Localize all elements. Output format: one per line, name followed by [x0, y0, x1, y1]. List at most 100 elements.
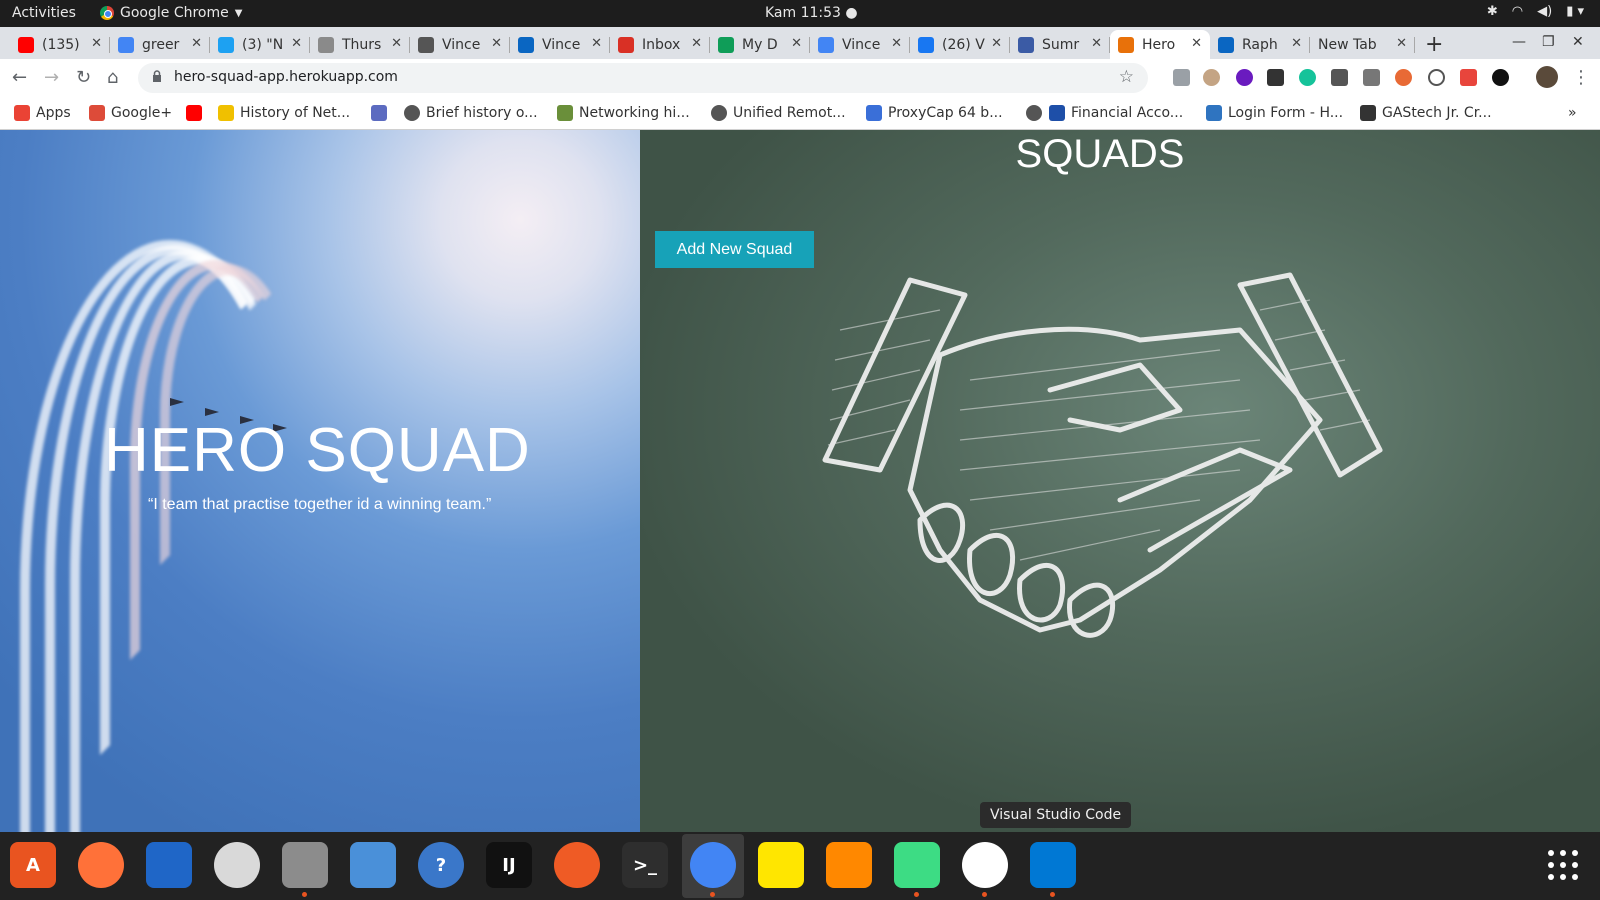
- bookmark-item[interactable]: Apps: [14, 105, 71, 121]
- avatar[interactable]: [1536, 66, 1558, 88]
- tab[interactable]: greer ✕: [110, 30, 210, 59]
- tab[interactable]: (135) ✕: [10, 30, 110, 59]
- more-bookmarks-icon[interactable]: »: [1568, 105, 1577, 121]
- extension-icon[interactable]: [1173, 69, 1190, 86]
- tab-label: Sumr: [1042, 36, 1080, 53]
- system-tray[interactable]: ✱ ◠ ◀) ▮ ▾: [1487, 4, 1584, 19]
- forward-icon[interactable]: →: [44, 67, 59, 88]
- home-icon[interactable]: ⌂: [107, 67, 118, 88]
- help-icon[interactable]: ?: [418, 842, 464, 888]
- tab[interactable]: Inbox ✕: [610, 30, 710, 59]
- rhythmbox-icon[interactable]: [214, 842, 260, 888]
- app-name: Google Chrome: [120, 5, 229, 21]
- extension-icon[interactable]: [1428, 69, 1445, 86]
- close-tab-icon[interactable]: ✕: [591, 36, 602, 51]
- chrome-icon[interactable]: [690, 842, 736, 897]
- bookmark-item[interactable]: [371, 105, 387, 121]
- bookmark-star-icon[interactable]: ☆: [1119, 67, 1134, 87]
- bookmark-item[interactable]: GAStech Jr. Cr...: [1360, 105, 1492, 121]
- tab[interactable]: Thurs ✕: [310, 30, 410, 59]
- tab[interactable]: Vince ✕: [410, 30, 510, 59]
- close-tab-icon[interactable]: ✕: [691, 36, 702, 51]
- bookmark-item[interactable]: [186, 105, 202, 121]
- tab[interactable]: Vince ✕: [810, 30, 910, 59]
- close-tab-icon[interactable]: ✕: [1091, 36, 1102, 51]
- close-tab-icon[interactable]: ✕: [191, 36, 202, 51]
- image-viewer-icon[interactable]: [350, 842, 396, 888]
- close-tab-icon[interactable]: ✕: [1396, 36, 1407, 51]
- dock-tooltip: Visual Studio Code: [980, 802, 1132, 828]
- extension-icon[interactable]: [1363, 69, 1380, 86]
- postman-icon[interactable]: [554, 842, 600, 888]
- notes-icon[interactable]: [758, 842, 804, 888]
- vlc-icon[interactable]: [826, 842, 872, 888]
- close-tab-icon[interactable]: ✕: [91, 36, 102, 51]
- battery-icon[interactable]: ▮ ▾: [1566, 4, 1584, 19]
- tab[interactable]: Raph ✕: [1210, 30, 1310, 59]
- app-menu[interactable]: Google Chrome ▼: [100, 5, 242, 21]
- close-tab-icon[interactable]: ✕: [1191, 36, 1202, 51]
- intellij-icon[interactable]: IJ: [486, 842, 532, 888]
- close-tab-icon[interactable]: ✕: [1291, 36, 1302, 51]
- vscode-icon[interactable]: [1030, 842, 1076, 897]
- close-tab-icon[interactable]: ✕: [391, 36, 402, 51]
- tab[interactable]: Vince ✕: [510, 30, 610, 59]
- software-center-icon[interactable]: A: [10, 842, 56, 888]
- close-tab-icon[interactable]: ✕: [491, 36, 502, 51]
- new-tab-button[interactable]: +: [1425, 32, 1443, 57]
- activities-button[interactable]: Activities: [12, 5, 76, 21]
- url-text[interactable]: hero-squad-app.herokuapp.com: [174, 69, 398, 85]
- extension-icon[interactable]: [1395, 69, 1412, 86]
- twitter-icon: [218, 36, 234, 53]
- firefox-icon[interactable]: [78, 842, 124, 888]
- extension-icon[interactable]: [1203, 69, 1220, 86]
- menu-kebab-icon[interactable]: ⋮: [1572, 67, 1590, 88]
- extension-icon[interactable]: [1492, 69, 1509, 86]
- files-icon[interactable]: [282, 842, 328, 897]
- tab[interactable]: Sumr ✕: [1010, 30, 1110, 59]
- slack-icon[interactable]: [962, 842, 1008, 897]
- clock[interactable]: Kam 11:53 ●: [765, 5, 858, 21]
- bookmark-item[interactable]: Unified Remot...: [711, 105, 846, 121]
- extension-icon[interactable]: [1236, 69, 1253, 86]
- show-applications-icon[interactable]: [1548, 850, 1578, 880]
- tab[interactable]: (3) "N ✕: [210, 30, 310, 59]
- bookmark-item[interactable]: [1026, 105, 1042, 121]
- bookmark-item[interactable]: Networking hi...: [557, 105, 690, 121]
- tab[interactable]: New Tab ✕: [1310, 30, 1415, 59]
- running-indicator: [982, 892, 987, 897]
- volume-icon[interactable]: ◀): [1537, 4, 1552, 19]
- tab[interactable]: Hero ✕: [1110, 30, 1210, 59]
- bookmark-item[interactable]: History of Net...: [218, 105, 350, 121]
- bookmark-item[interactable]: Brief history o...: [404, 105, 538, 121]
- extension-icon[interactable]: [1267, 69, 1284, 86]
- restore-icon[interactable]: ❐: [1542, 34, 1555, 50]
- grammarly-icon[interactable]: [1299, 69, 1316, 86]
- bookmark-item[interactable]: Login Form - H...: [1206, 105, 1343, 121]
- tab-label: Vince: [542, 36, 581, 53]
- bookmark-item[interactable]: Google+: [89, 105, 172, 121]
- close-window-icon[interactable]: ✕: [1572, 34, 1584, 50]
- tab-label: Hero: [1142, 36, 1176, 53]
- add-new-squad-button[interactable]: Add New Squad: [655, 231, 814, 268]
- minimize-icon[interactable]: —: [1512, 34, 1526, 50]
- bookmark-item[interactable]: Financial Acco...: [1049, 105, 1183, 121]
- back-icon[interactable]: ←: [12, 67, 27, 88]
- bookmark-item[interactable]: ProxyCap 64 b...: [866, 105, 1003, 121]
- chrome-icon: [100, 6, 114, 20]
- thunderbird-icon[interactable]: [146, 842, 192, 888]
- android-studio-icon[interactable]: [894, 842, 940, 897]
- tab[interactable]: (26) V ✕: [910, 30, 1010, 59]
- tab[interactable]: My D ✕: [710, 30, 810, 59]
- terminal-icon[interactable]: >_: [622, 842, 668, 888]
- address-bar[interactable]: hero-squad-app.herokuapp.com ☆: [138, 63, 1148, 93]
- close-tab-icon[interactable]: ✕: [791, 36, 802, 51]
- slack-tray-icon[interactable]: ✱: [1487, 4, 1498, 19]
- extension-icon[interactable]: [1331, 69, 1348, 86]
- close-tab-icon[interactable]: ✕: [291, 36, 302, 51]
- extension-icon[interactable]: [1460, 69, 1477, 86]
- reload-icon[interactable]: ↻: [76, 67, 91, 88]
- close-tab-icon[interactable]: ✕: [991, 36, 1002, 51]
- close-tab-icon[interactable]: ✕: [891, 36, 902, 51]
- wifi-icon[interactable]: ◠: [1512, 4, 1523, 19]
